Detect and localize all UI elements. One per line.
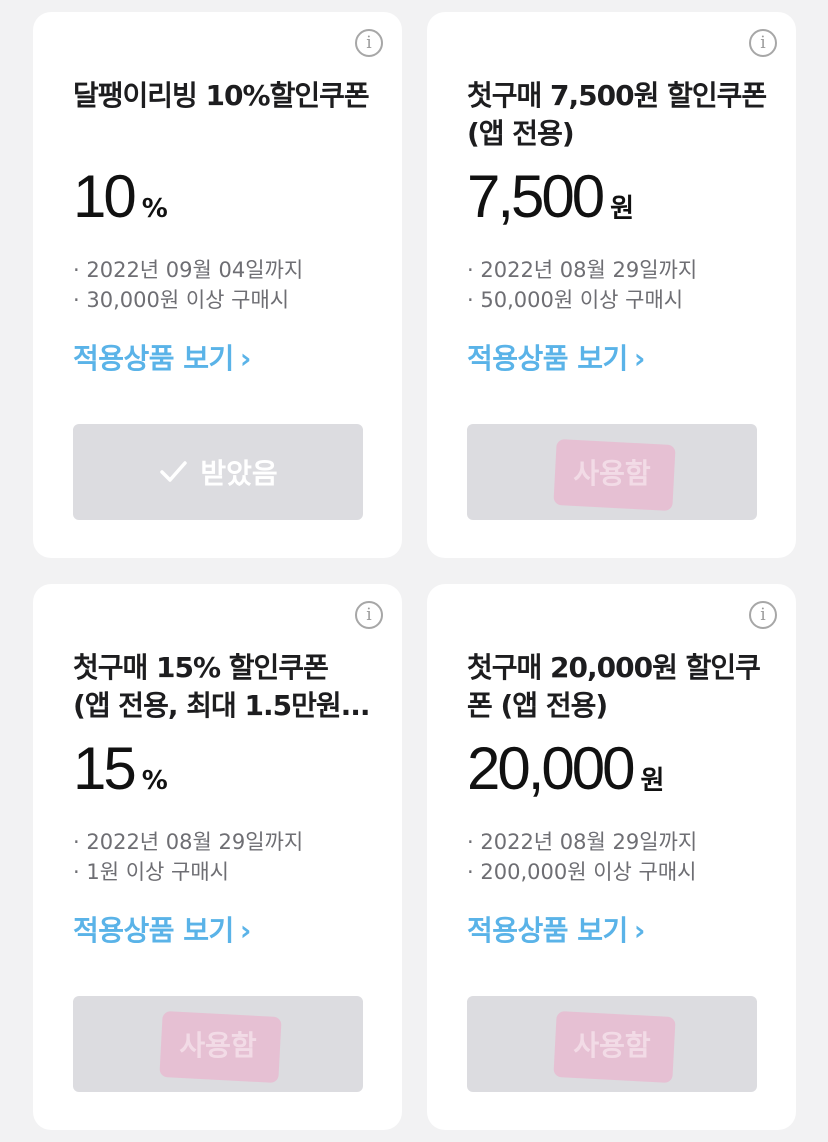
view-products-link[interactable]: 적용상품 보기 › (467, 337, 645, 377)
used-button: 사용함 (73, 996, 363, 1092)
chevron-right-icon: › (633, 914, 646, 947)
expiry-date: 2022년 09월 04일까지 (73, 255, 303, 285)
received-label: 받았음 (200, 457, 278, 490)
min-purchase: 1원 이상 구매시 (73, 857, 303, 887)
coupon-title: 첫구매 20,000원 할인쿠폰 (앱 전용) (467, 651, 761, 722)
view-products-link[interactable]: 적용상품 보기 › (467, 909, 645, 949)
info-icon[interactable]: i (749, 29, 777, 57)
amount-unit: % (141, 194, 168, 224)
view-products-label: 적용상품 보기 (467, 914, 628, 947)
coupon-amount: 15% (73, 734, 168, 804)
coupon-amount: 10% (73, 162, 168, 232)
chevron-right-icon: › (239, 914, 252, 947)
used-label: 사용함 (573, 1029, 651, 1062)
coupon-title: 첫구매 7,500원 할인쿠폰 (앱 전용) (467, 79, 767, 150)
used-button: 사용함 (467, 424, 757, 520)
min-purchase: 30,000원 이상 구매시 (73, 285, 303, 315)
received-button[interactable]: 받았음 (73, 424, 363, 520)
used-label: 사용함 (179, 1029, 257, 1062)
view-products-link[interactable]: 적용상품 보기 › (73, 337, 251, 377)
used-stamp: 사용함 (563, 1020, 660, 1068)
used-stamp: 사용함 (563, 448, 660, 496)
used-button: 사용함 (467, 996, 757, 1092)
used-stamp: 사용함 (169, 1020, 266, 1068)
amount-value: 15 (73, 735, 137, 802)
expiry-date: 2022년 08월 29일까지 (73, 827, 303, 857)
info-icon[interactable]: i (355, 601, 383, 629)
coupon-title: 달팽이리빙 10%할인쿠폰 (73, 79, 370, 112)
coupon-card: i 첫구매 15% 할인쿠폰 (앱 전용, 최대 1.5만원... 15% 20… (33, 584, 402, 1130)
used-label: 사용함 (573, 457, 651, 490)
expiry-date: 2022년 08월 29일까지 (467, 827, 697, 857)
view-products-label: 적용상품 보기 (73, 342, 234, 375)
coupon-card: i 달팽이리빙 10%할인쿠폰 10% 2022년 09월 04일까지 30,0… (33, 12, 402, 558)
min-purchase: 50,000원 이상 구매시 (467, 285, 697, 315)
coupon-card: i 첫구매 7,500원 할인쿠폰 (앱 전용) 7,500원 2022년 08… (427, 12, 796, 558)
expiry-date: 2022년 08월 29일까지 (467, 255, 697, 285)
coupon-conditions: 2022년 08월 29일까지 1원 이상 구매시 (73, 827, 303, 887)
amount-value: 20,000 (467, 735, 636, 802)
coupon-conditions: 2022년 08월 29일까지 200,000원 이상 구매시 (467, 827, 697, 887)
info-icon[interactable]: i (749, 601, 777, 629)
amount-unit: % (141, 766, 168, 796)
info-icon[interactable]: i (355, 29, 383, 57)
chevron-right-icon: › (633, 342, 646, 375)
coupon-conditions: 2022년 08월 29일까지 50,000원 이상 구매시 (467, 255, 697, 315)
coupon-amount: 7,500 원 (467, 162, 634, 232)
amount-value: 10 (73, 163, 137, 230)
min-purchase: 200,000원 이상 구매시 (467, 857, 697, 887)
coupon-title: 첫구매 15% 할인쿠폰 (앱 전용, 최대 1.5만원... (73, 651, 371, 722)
check-icon (160, 461, 188, 482)
coupon-conditions: 2022년 09월 04일까지 30,000원 이상 구매시 (73, 255, 303, 315)
view-products-label: 적용상품 보기 (73, 914, 234, 947)
view-products-link[interactable]: 적용상품 보기 › (73, 909, 251, 949)
coupon-card: i 첫구매 20,000원 할인쿠폰 (앱 전용) 20,000원 2022년 … (427, 584, 796, 1130)
chevron-right-icon: › (239, 342, 252, 375)
view-products-label: 적용상품 보기 (467, 342, 628, 375)
amount-unit: 원 (640, 766, 665, 796)
coupon-amount: 20,000 원 (467, 734, 664, 804)
amount-value: 7,500 (467, 163, 605, 230)
amount-unit: 원 (610, 194, 635, 224)
